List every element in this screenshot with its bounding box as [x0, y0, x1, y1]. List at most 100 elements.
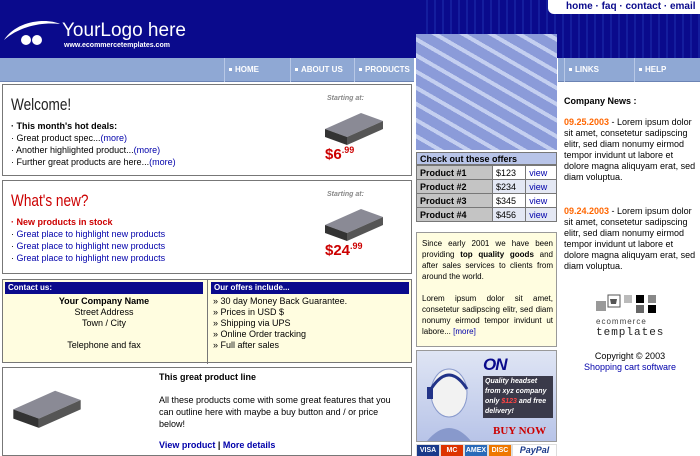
price-cents: .99: [350, 241, 363, 251]
offer-text: Prices in USD $: [220, 307, 285, 317]
price-tag: $6.99: [325, 145, 354, 163]
offer-line: delivery!: [485, 408, 514, 415]
product-line-links: View product | More details: [159, 440, 275, 450]
offer-item: » Full after sales: [213, 340, 280, 350]
logo-url: www.ecommercetemplates.com: [64, 42, 170, 49]
copyright: Copyright © 2003: [594, 351, 666, 361]
nav-products[interactable]: PRODUCTS: [354, 58, 414, 82]
new-item-link[interactable]: Great place to highlight new products: [17, 241, 166, 251]
offers-table: Product #1 $123 view Product #2 $234 vie…: [416, 165, 557, 222]
nav-links[interactable]: LINKS: [564, 58, 624, 82]
whats-new-box: What's new? · New products in stock · Gr…: [2, 180, 412, 274]
table-row: Product #2 $234 view: [416, 179, 557, 194]
more-link[interactable]: (more): [134, 145, 161, 155]
nav-about-us[interactable]: ABOUT US: [290, 58, 352, 82]
server-product-image[interactable]: [323, 203, 385, 243]
product-price: $456: [491, 207, 527, 222]
on-offer-banner[interactable]: ON OFFER Quality headset from xyz compan…: [416, 350, 557, 442]
starting-at-label: Starting at:: [327, 191, 364, 198]
view-link-text[interactable]: view: [529, 168, 547, 178]
ecommerce-templates-logo-icon[interactable]: [596, 293, 666, 317]
more-details-link[interactable]: More details: [223, 440, 276, 450]
product-name: Product #3: [416, 193, 493, 208]
offer-line: Quality headset: [485, 378, 538, 385]
keyboard-image: [416, 34, 557, 150]
top-links: home · faq · contact · email: [548, 0, 700, 14]
divider: [207, 280, 208, 364]
welcome-box: Welcome! · This month's hot deals: · Gre…: [2, 84, 412, 176]
about-highlight: top quality goods: [460, 250, 534, 259]
product-name: Product #2: [416, 179, 493, 194]
view-product-link[interactable]: View product: [159, 440, 215, 450]
company-name: Your Company Name: [58, 296, 150, 306]
amex-icon: AMEX: [465, 445, 487, 456]
headset-woman-icon: [427, 368, 471, 441]
nav-help[interactable]: HELP: [634, 58, 700, 82]
view-link-text[interactable]: view: [529, 182, 547, 192]
shopping-cart-link[interactable]: Shopping cart software: [564, 362, 696, 372]
telephone-fax: Telephone and fax: [67, 340, 141, 350]
new-item-text[interactable]: New products in stock: [17, 217, 113, 227]
welcome-title: Welcome!: [11, 95, 72, 114]
news-item: 09.25.2003 - Lorem ipsum dolor sit amet,…: [564, 117, 696, 183]
more-link[interactable]: (more): [101, 133, 128, 143]
price-cents: .99: [341, 145, 355, 155]
deal-text: Further great products are here...: [16, 157, 150, 167]
hot-deals-label: This month's hot deals:: [16, 121, 118, 131]
buy-now-button[interactable]: BUY NOW: [493, 425, 546, 437]
more-link[interactable]: (more): [149, 157, 176, 167]
product-line-box: This great product line All these produc…: [2, 367, 412, 456]
offer-item: » 30 day Money Back Guarantee.: [213, 296, 348, 306]
view-link[interactable]: view: [525, 165, 557, 180]
separator: ·: [619, 1, 623, 12]
whats-new-title: What's new?: [11, 191, 89, 210]
view-link[interactable]: view: [525, 179, 557, 194]
deal-text: Great product spec...: [16, 133, 101, 143]
view-link-text[interactable]: view: [529, 210, 547, 220]
news-title: Company News :: [564, 96, 637, 106]
offer-item: » Prices in USD $: [213, 307, 285, 317]
offer-text: Online Order tracking: [220, 329, 307, 339]
server-product-image[interactable]: [323, 107, 385, 147]
more-link[interactable]: [more]: [453, 327, 476, 336]
about-box: Since early 2001 we have been providing …: [416, 232, 557, 347]
offer-text: Shipping via UPS: [220, 318, 291, 328]
deal-item: · Further great products are here...(mor…: [11, 157, 176, 167]
top-link-home[interactable]: home: [566, 1, 593, 12]
new-item: · Great place to highlight new products: [11, 253, 166, 263]
visa-icon: VISA: [417, 445, 439, 456]
server-product-image[interactable]: [11, 382, 83, 432]
new-item-link[interactable]: Great place to highlight new products: [17, 253, 166, 263]
new-item-link[interactable]: Great place to highlight new products: [17, 229, 166, 239]
new-item: · Great place to highlight new products: [11, 241, 166, 251]
offer-item: » Shipping via UPS: [213, 318, 291, 328]
ecom-text-2: templates: [596, 327, 665, 339]
town-city: Town / City: [81, 318, 126, 328]
about-text: Since early 2001 we have been providing …: [422, 238, 553, 337]
price-tag: $24.99: [325, 241, 363, 259]
deal-text: Another highlighted product...: [16, 145, 134, 155]
news-item: 09.24.2003 - Lorem ipsum dolor sit amet,…: [564, 206, 696, 272]
paypal-icon: PayPal: [513, 445, 556, 456]
new-item: · Great place to highlight new products: [11, 229, 166, 239]
offer-line: from xyz company: [485, 388, 547, 395]
offer-item: » Online Order tracking: [213, 329, 307, 339]
view-link[interactable]: view: [525, 193, 557, 208]
starting-at-label: Starting at:: [327, 95, 364, 102]
view-link[interactable]: view: [525, 207, 557, 222]
product-name: Product #1: [416, 165, 493, 180]
nav-home[interactable]: HOME: [224, 58, 286, 82]
on-offer-text: Quality headset from xyz company only $1…: [483, 376, 553, 418]
news-date: 09.25.2003: [564, 117, 610, 127]
offers-table-header: Check out these offers: [416, 152, 557, 165]
discover-icon: DISC: [489, 445, 511, 456]
logo-text[interactable]: YourLogo here: [62, 20, 186, 42]
top-link-faq[interactable]: faq: [602, 1, 617, 12]
product-price: $123: [491, 165, 527, 180]
table-row: Product #1 $123 view: [416, 165, 557, 180]
top-link-contact[interactable]: contact: [625, 1, 661, 12]
price-main: $6: [325, 146, 342, 163]
top-link-email[interactable]: email: [670, 1, 696, 12]
hot-deals-heading: · This month's hot deals:: [11, 121, 118, 131]
view-link-text[interactable]: view: [529, 196, 547, 206]
